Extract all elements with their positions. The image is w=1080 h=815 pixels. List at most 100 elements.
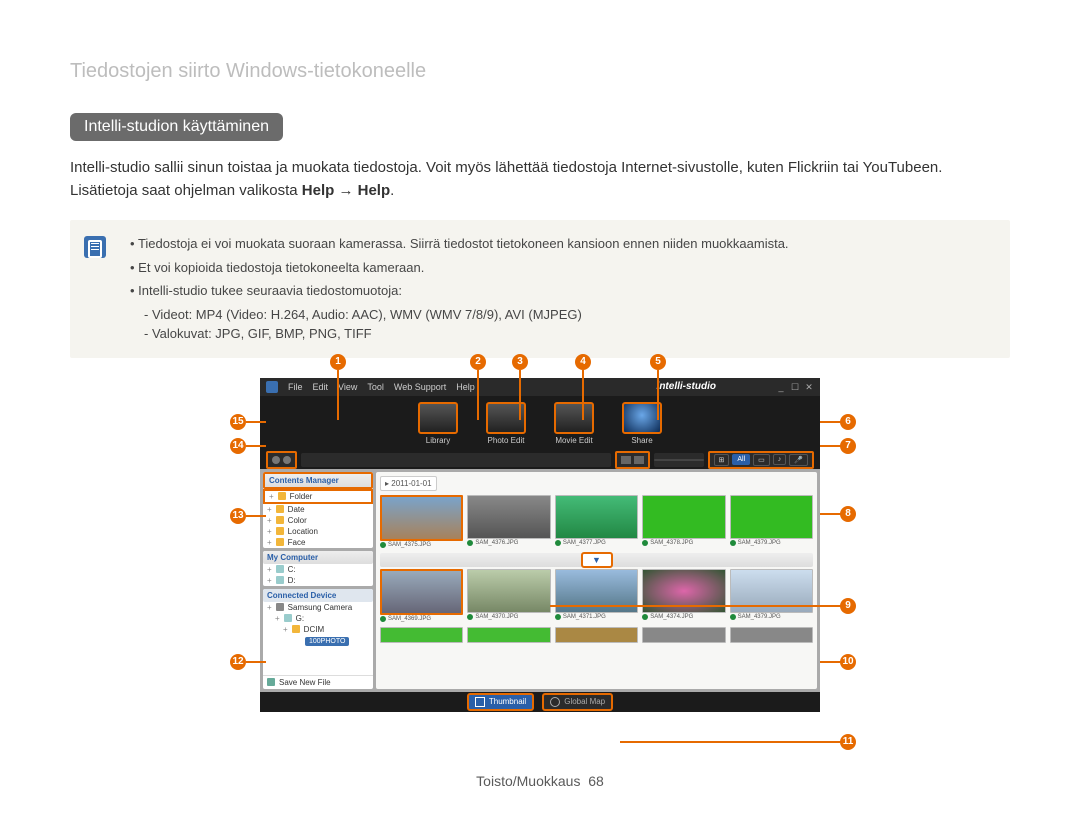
filter-photo-icon[interactable]: ▭	[753, 454, 770, 466]
gallery-date-header[interactable]: ▸ 2011-01-01	[380, 476, 437, 491]
window-minimize-icon[interactable]: _	[776, 382, 786, 392]
device-label: DCIM	[304, 625, 324, 634]
cm-label: Folder	[290, 492, 313, 501]
contents-manager-header[interactable]: Contents Manager	[263, 472, 373, 489]
thumbnail[interactable]: SAM_4371.JPG	[555, 569, 638, 623]
thumbnail[interactable]: SAM_4370.JPG	[467, 569, 550, 623]
device-dcim[interactable]: DCIM	[263, 624, 373, 635]
thumbnail[interactable]	[555, 627, 638, 643]
thumbnail-row: SAM_4369.JPG SAM_4370.JPG SAM_4371.JPG S…	[380, 569, 813, 623]
thumbnail[interactable]: SAM_4377.JPG	[555, 495, 638, 549]
nav-forward-icon	[283, 456, 291, 464]
thumbnail[interactable]: SAM_4379.JPG	[730, 495, 813, 549]
device-100photo[interactable]: 100PHOTO	[263, 635, 373, 649]
callout-line	[477, 370, 479, 420]
thumb-image	[730, 495, 813, 539]
thumbnail[interactable]: SAM_4374.JPG	[642, 569, 725, 623]
thumbnail[interactable]: SAM_4379.JPG	[730, 569, 813, 623]
page-footer: Toisto/Muokkaus 68	[0, 773, 1080, 789]
view-global-map-button[interactable]: Global Map	[542, 693, 613, 711]
window-maximize-icon[interactable]: ☐	[790, 382, 800, 392]
menu-tool[interactable]: Tool	[367, 382, 384, 392]
menu-file[interactable]: File	[288, 382, 303, 392]
drive-c[interactable]: C:	[263, 564, 373, 575]
drive-icon	[284, 614, 292, 622]
gallery-splitter[interactable]: ▼	[380, 553, 813, 567]
path-display	[301, 453, 611, 467]
cm-item-location[interactable]: Location	[263, 526, 373, 537]
nav-back-forward[interactable]	[266, 451, 297, 469]
note-subitem: Valokuvat: JPG, GIF, BMP, PNG, TIFF	[144, 324, 996, 344]
menubar: File Edit View Tool Web Support Help int…	[260, 378, 820, 396]
menu-edit[interactable]: Edit	[313, 382, 329, 392]
thumbnail[interactable]: SAM_4369.JPG	[380, 569, 463, 623]
menu-websupport[interactable]: Web Support	[394, 382, 446, 392]
my-computer-header[interactable]: My Computer	[263, 551, 373, 564]
cm-item-date[interactable]: Date	[263, 504, 373, 515]
window-close-icon[interactable]: ✕	[804, 382, 814, 392]
filter-all[interactable]: All	[732, 454, 750, 465]
mode-photo-edit[interactable]: Photo Edit	[478, 402, 534, 445]
callout-5: 5	[650, 354, 666, 370]
thumbnail[interactable]	[642, 627, 725, 643]
view-options[interactable]	[615, 451, 650, 469]
toolbar: ⊞ All ▭ ♪ 🎤	[260, 451, 820, 469]
thumb-image	[642, 627, 725, 643]
note-subitem: Videot: MP4 (Video: H.264, Audio: AAC), …	[144, 305, 996, 325]
thumbnail[interactable]	[730, 627, 813, 643]
drive-label: C:	[288, 565, 296, 574]
filter-audio-icon[interactable]: 🎤	[789, 454, 808, 466]
device-drive[interactable]: G:	[263, 613, 373, 624]
save-new-file-button[interactable]: Save New File	[263, 675, 373, 689]
cm-item-face[interactable]: Face	[263, 537, 373, 548]
thumbnail[interactable]: SAM_4378.JPG	[642, 495, 725, 549]
zoom-slider[interactable]	[654, 459, 704, 461]
menu-view[interactable]: View	[338, 382, 357, 392]
view-global-map-label: Global Map	[564, 697, 605, 706]
callout-line	[246, 661, 266, 663]
device-root[interactable]: Samsung Camera	[263, 602, 373, 613]
cm-item-color[interactable]: Color	[263, 515, 373, 526]
callout-10: 10	[840, 654, 856, 670]
thumb-image	[467, 495, 550, 539]
note-icon	[84, 236, 106, 258]
zoom-slider-wrap[interactable]	[654, 453, 704, 467]
mode-library[interactable]: Library	[410, 402, 466, 445]
callout-11: 11	[840, 734, 856, 750]
thumb-caption: SAM_4379.JPG	[730, 539, 813, 547]
thumbnail[interactable]: SAM_4375.JPG	[380, 495, 463, 549]
view-thumbnail-button[interactable]: Thumbnail	[467, 693, 534, 711]
menu-help[interactable]: Help	[456, 382, 475, 392]
thumbnail[interactable]	[467, 627, 550, 643]
splitter-handle-icon[interactable]: ▼	[581, 552, 613, 568]
thumb-caption: SAM_4369.JPG	[380, 615, 463, 623]
mode-movie-edit[interactable]: Movie Edit	[546, 402, 602, 445]
callout-line	[820, 661, 842, 663]
mode-label: Share	[614, 436, 670, 445]
callout-2: 2	[470, 354, 486, 370]
mode-share[interactable]: Share	[614, 402, 670, 445]
callout-15: 15	[230, 414, 246, 430]
filter-group[interactable]: ⊞ All ▭ ♪ 🎤	[708, 451, 815, 469]
intro-paragraph: Intelli-studio sallii sinun toistaa ja m…	[70, 157, 1010, 202]
globe-icon	[550, 697, 560, 707]
cm-label: Date	[288, 505, 305, 514]
folder-icon	[276, 505, 284, 513]
cm-item-folder[interactable]: Folder	[263, 489, 373, 504]
filter-movie-icon[interactable]: ♪	[773, 454, 787, 465]
thumbnail[interactable]: SAM_4376.JPG	[467, 495, 550, 549]
thumb-image	[555, 627, 638, 643]
thumbnail[interactable]	[380, 627, 463, 643]
callout-line	[582, 370, 584, 420]
save-new-file-label: Save New File	[279, 678, 331, 687]
share-icon	[622, 402, 662, 434]
thumb-image	[467, 569, 550, 613]
thumbnail-grid-icon	[475, 697, 485, 707]
callout-8: 8	[840, 506, 856, 522]
thumb-image	[380, 495, 463, 541]
device-label-selected: 100PHOTO	[305, 637, 349, 646]
connected-device-header[interactable]: Connected Device	[263, 589, 373, 602]
drive-d[interactable]: D:	[263, 575, 373, 586]
my-computer-panel: My Computer C: D:	[263, 551, 373, 586]
callout-line	[657, 370, 659, 420]
